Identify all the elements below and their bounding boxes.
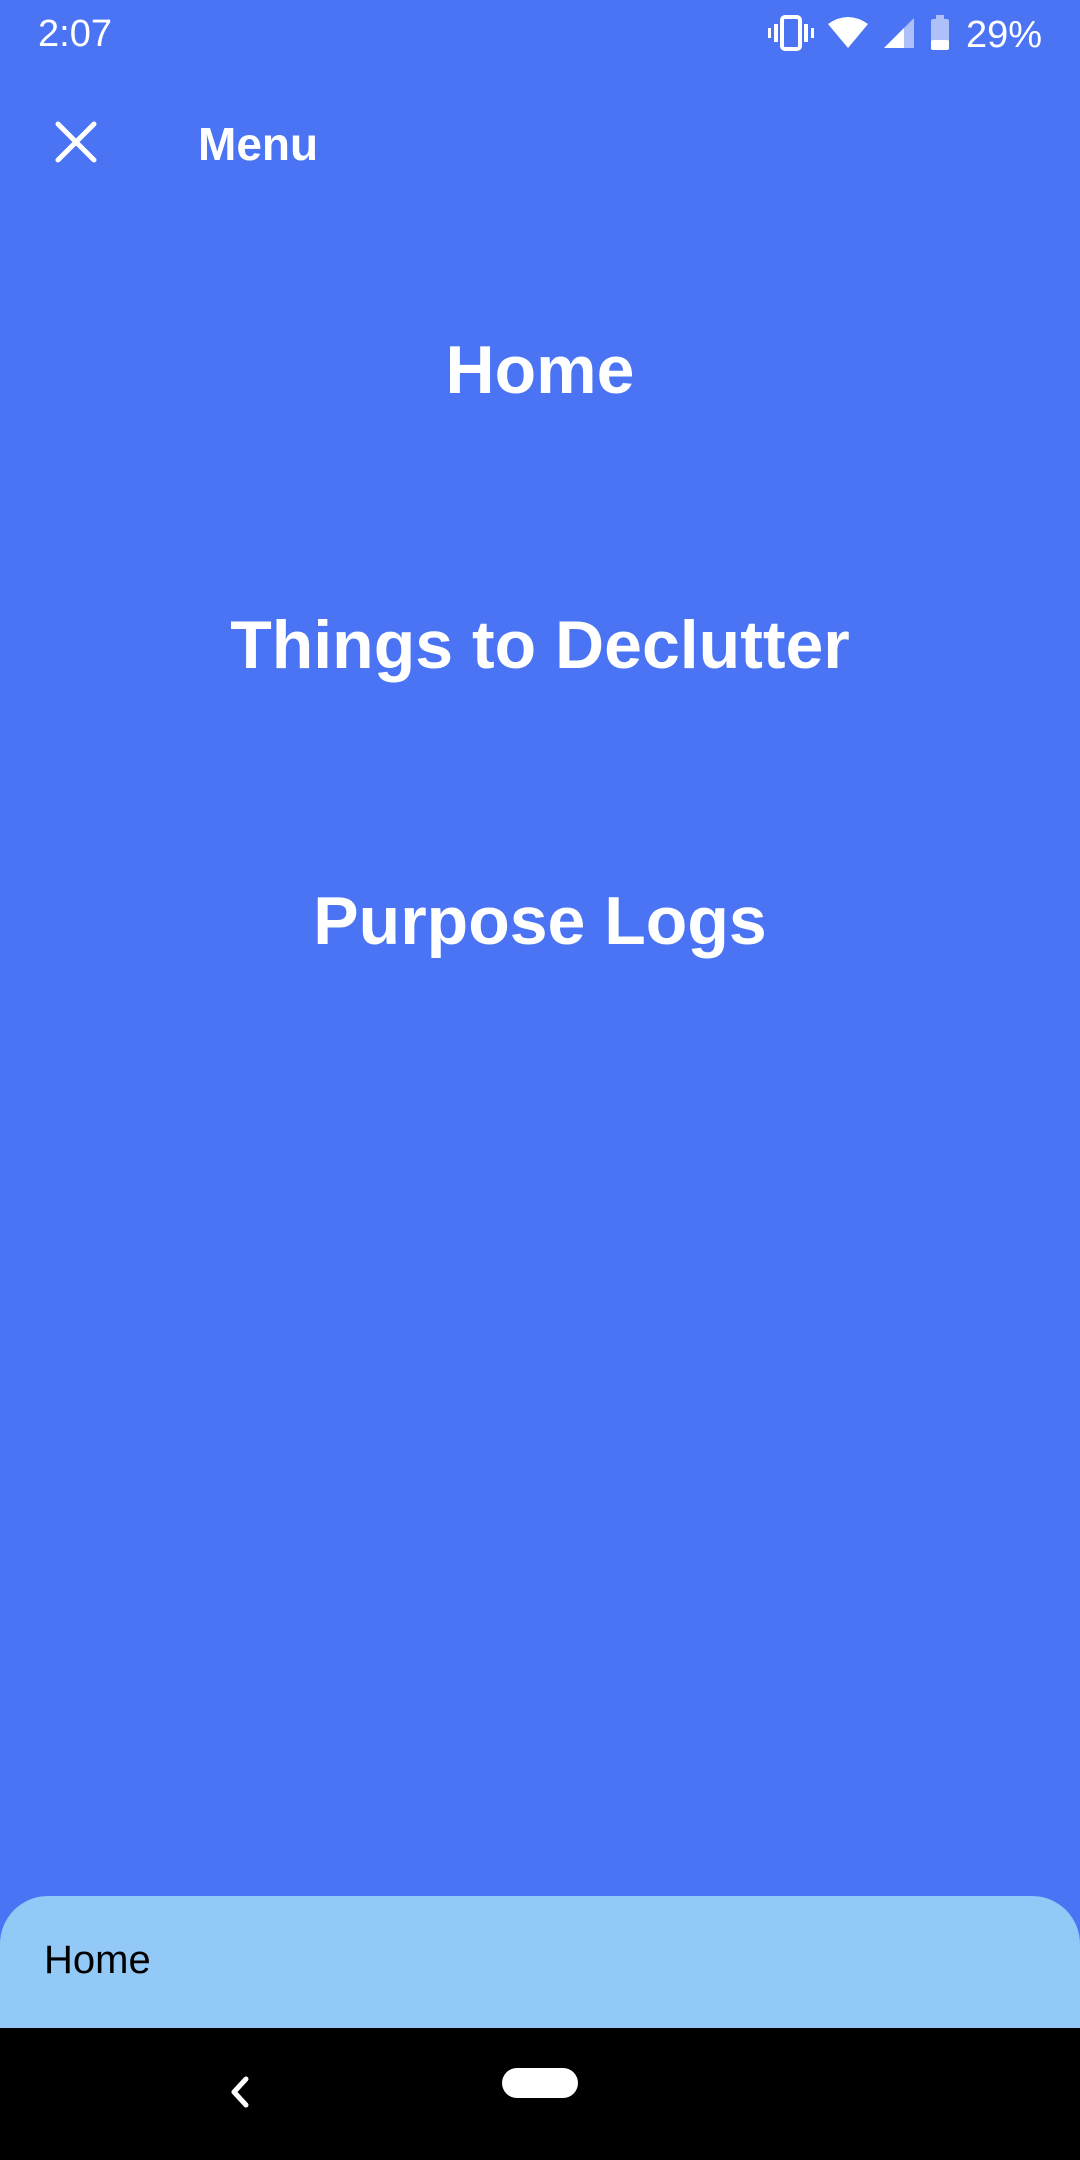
battery-icon	[930, 14, 950, 56]
status-bar: 2:07 29%	[0, 0, 1080, 70]
vibrate-icon	[767, 14, 814, 56]
menu-screen: 2:07 29% Menu Home Things to Declutter P…	[0, 0, 1080, 2160]
status-time: 2:07	[38, 13, 112, 55]
toolbar: Menu	[0, 88, 1080, 200]
menu-item-home[interactable]: Home	[0, 320, 1080, 420]
toolbar-title: Menu	[198, 118, 319, 170]
bottom-sheet[interactable]: Home	[0, 1896, 1080, 2028]
back-icon	[228, 2075, 252, 2114]
bottom-sheet-label: Home	[44, 1938, 151, 1982]
menu-item-things-to-declutter[interactable]: Things to Declutter	[0, 595, 1080, 695]
cell-signal-icon	[882, 16, 916, 55]
system-nav-bar	[0, 2028, 1080, 2160]
back-button[interactable]	[210, 2064, 270, 2124]
close-button[interactable]	[36, 104, 116, 184]
menu-item-purpose-logs[interactable]: Purpose Logs	[0, 871, 1080, 971]
battery-percent: 29%	[965, 14, 1042, 56]
status-icons: 29%	[767, 10, 1042, 60]
wifi-icon	[827, 16, 868, 55]
home-pill-button[interactable]	[502, 2068, 578, 2098]
close-icon	[54, 120, 98, 169]
